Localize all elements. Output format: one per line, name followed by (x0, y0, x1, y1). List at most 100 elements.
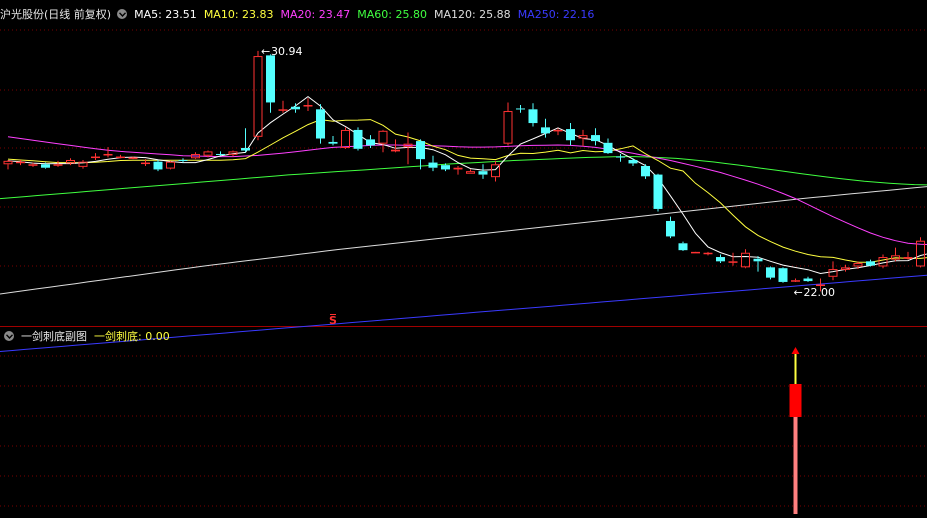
candle-body (703, 252, 713, 255)
signal-arrow (791, 347, 800, 354)
indicator-label: 一剑刺底: 0.00 (94, 328, 170, 344)
ma10-line (7, 119, 927, 263)
candle (466, 169, 475, 174)
candle-body (516, 108, 525, 110)
price-annotations: 30.94 ← 22.00 ← S (261, 45, 835, 327)
candle-body (366, 139, 375, 146)
ma-legend-item: MA20: 23.47 (280, 7, 351, 21)
candle-body (678, 243, 688, 251)
candle (478, 164, 488, 179)
candle-body (578, 135, 588, 139)
candle (316, 104, 325, 144)
candle (641, 164, 650, 179)
candle (503, 102, 513, 146)
indicator-name: 一剑刺底 (94, 330, 138, 343)
ma-legend-item: MA60: 25.80 (357, 7, 427, 21)
candle (903, 251, 913, 260)
candle (91, 153, 100, 160)
candle (878, 254, 888, 269)
candle-body (391, 149, 400, 152)
candle-body (566, 129, 575, 141)
candlestick-series (3, 50, 925, 292)
high-price-arrow: ← (261, 45, 270, 58)
sub-panel-grid (0, 355, 927, 507)
candle-body (453, 167, 463, 170)
candle-body (41, 164, 50, 168)
candle (291, 103, 300, 113)
candle-body (691, 251, 700, 254)
candle (66, 158, 75, 166)
candle (741, 249, 750, 269)
candle-body (528, 109, 538, 124)
candle-body (116, 156, 125, 159)
candle (16, 159, 25, 166)
candle (303, 98, 313, 112)
candle-body (591, 135, 600, 142)
candle (253, 50, 263, 141)
ma-legend-item: MA5: 23.51 (134, 7, 197, 21)
candle-body (141, 162, 150, 165)
candle-body (603, 142, 613, 154)
candle (678, 241, 688, 252)
ma-legend: MA5: 23.51 MA10: 23.83 MA20: 23.47 MA60: 25… (134, 8, 601, 21)
low-price-arrow: ← (794, 286, 803, 299)
chevron-down-icon[interactable] (4, 331, 14, 341)
candle-body (178, 159, 188, 161)
candle (628, 158, 638, 166)
candle-body (766, 267, 775, 278)
candle (653, 173, 663, 212)
stock-chart: 30.94 ← 22.00 ← S (0, 29, 927, 514)
candle (278, 100, 288, 113)
candle (3, 159, 13, 170)
chevron-down-icon[interactable] (117, 9, 128, 19)
candle-body (16, 161, 25, 164)
candle (791, 278, 800, 282)
candle (803, 276, 813, 282)
candle (241, 128, 250, 153)
ma20-line (7, 136, 927, 245)
candle (266, 54, 275, 113)
candle-body (478, 171, 488, 175)
candle (766, 266, 775, 280)
ma120-line (0, 186, 927, 295)
candle-body (741, 252, 750, 268)
candle-body (541, 127, 550, 134)
candle (578, 129, 588, 147)
candle-body (716, 257, 725, 262)
candle-body (291, 106, 300, 110)
candle (591, 128, 600, 146)
candle (403, 132, 413, 165)
indicator-value: : 0.00 (138, 330, 170, 343)
candle-body (266, 55, 275, 103)
candle (453, 166, 463, 175)
candle-body (903, 257, 913, 259)
candle-body (241, 147, 250, 151)
candle-body (628, 159, 638, 164)
candle (103, 147, 113, 158)
ma5-line (7, 95, 927, 275)
candle (391, 139, 400, 153)
ma-legend-item: MA250: 22.16 (517, 7, 595, 21)
ma-legend-item: MA10: 23.83 (203, 7, 274, 21)
candle (491, 160, 500, 182)
candle-body (803, 278, 813, 282)
price-grid (0, 29, 927, 267)
candle (416, 139, 425, 170)
candle (528, 103, 538, 127)
candle-body (328, 141, 338, 144)
candle-body (166, 161, 175, 169)
candle (603, 138, 613, 154)
candle (428, 155, 438, 172)
candle-body (103, 153, 113, 156)
low-price-label: 22.00 (804, 286, 836, 299)
candle-body (128, 157, 138, 159)
signal-body (789, 384, 802, 417)
candle-body (616, 156, 625, 158)
candle-body (428, 162, 438, 168)
candle (328, 135, 338, 146)
moving-average-lines (0, 95, 927, 352)
candle-body (441, 165, 450, 170)
chart-title: 沪光股份(日线 前复权) (0, 8, 112, 21)
signal-bar (789, 347, 802, 514)
candle (916, 237, 925, 268)
